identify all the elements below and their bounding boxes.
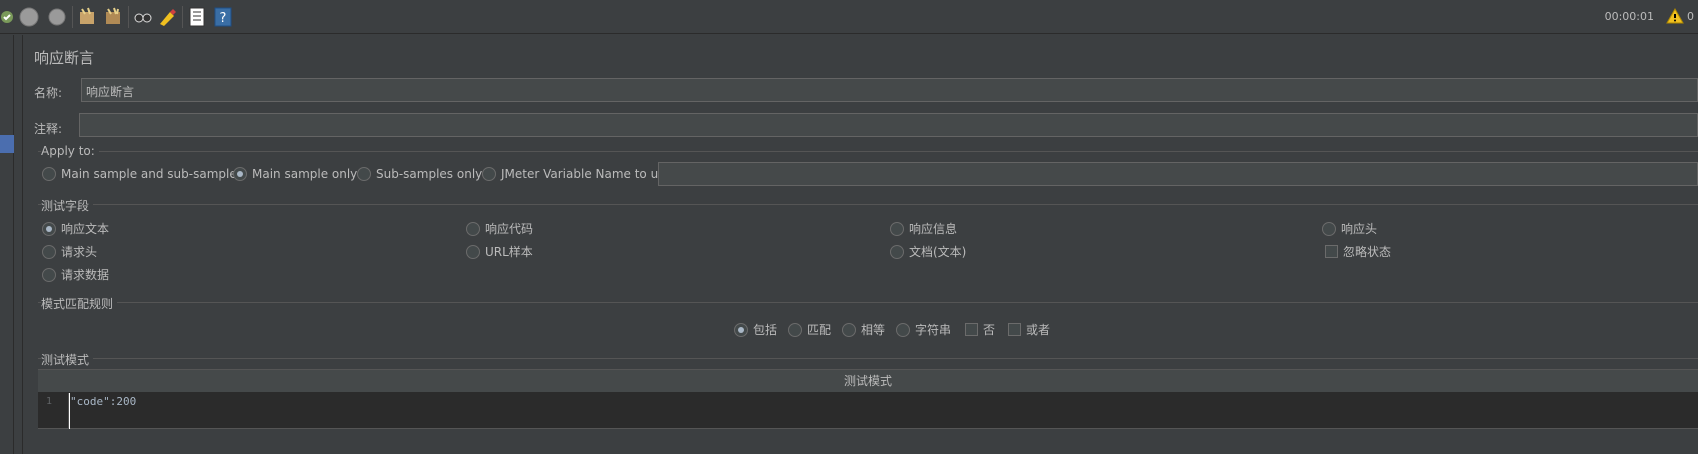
- pattern-text[interactable]: "code":200: [70, 395, 136, 408]
- rule-substring-radio[interactable]: 字符串: [896, 321, 951, 338]
- apply-main-and-sub-radio[interactable]: Main sample and sub-samples: [42, 167, 243, 181]
- reset-search-icon[interactable]: [156, 6, 178, 28]
- search-icon[interactable]: [132, 6, 154, 28]
- help-icon[interactable]: ?: [212, 6, 234, 28]
- field-document-radio[interactable]: 文档(文本): [890, 243, 966, 260]
- field-response-message-radio[interactable]: 响应信息: [890, 220, 957, 237]
- stop-icon[interactable]: [18, 6, 40, 28]
- rule-or-checkbox[interactable]: 或者: [1008, 321, 1050, 338]
- test-patterns-legend: 测试模式: [41, 351, 94, 368]
- line-number: 1: [46, 396, 53, 407]
- test-field-legend: 测试字段: [41, 197, 94, 214]
- name-field[interactable]: 响应断言: [81, 78, 1698, 102]
- ignore-status-checkbox[interactable]: 忽略状态: [1325, 243, 1391, 260]
- pattern-rules-legend: 模式匹配规则: [41, 295, 118, 312]
- rule-equals-radio[interactable]: 相等: [842, 321, 885, 338]
- rule-matches-radio[interactable]: 匹配: [788, 321, 831, 338]
- comment-field[interactable]: [79, 113, 1698, 137]
- name-label: 名称:: [34, 86, 63, 100]
- toolbar: ? 00:00:01 0: [0, 0, 1698, 34]
- clear-all-icon[interactable]: [102, 6, 124, 28]
- tree-sidebar[interactable]: [0, 35, 14, 454]
- patterns-table-header[interactable]: 测试模式: [38, 369, 1698, 393]
- field-request-headers-radio[interactable]: 请求头: [42, 243, 97, 260]
- field-url-sample-radio[interactable]: URL样本: [466, 243, 533, 260]
- function-helper-icon[interactable]: [186, 6, 208, 28]
- apply-variable-radio[interactable]: JMeter Variable Name to use: [482, 167, 672, 181]
- warning-count: 0: [1687, 10, 1694, 23]
- field-response-text-radio[interactable]: 响应文本: [42, 220, 109, 237]
- remote-start-icon[interactable]: [0, 6, 18, 28]
- field-response-headers-radio[interactable]: 响应头: [1322, 220, 1377, 237]
- variable-name-field[interactable]: [658, 162, 1698, 186]
- rule-contains-radio[interactable]: 包括: [734, 321, 777, 338]
- page-title: 响应断言: [34, 49, 95, 67]
- patterns-editor[interactable]: 1 "code":200: [38, 393, 1698, 429]
- field-request-data-radio[interactable]: 请求数据: [42, 266, 109, 283]
- apply-sub-only-radio[interactable]: Sub-samples only: [357, 167, 482, 181]
- splitter[interactable]: [22, 35, 23, 454]
- elapsed-timer: 00:00:01: [1604, 10, 1654, 23]
- apply-to-legend: Apply to:: [41, 144, 99, 158]
- warning-icon[interactable]: [1666, 8, 1684, 24]
- comment-label: 注释:: [34, 122, 63, 136]
- clear-icon[interactable]: [76, 6, 98, 28]
- apply-main-only-radio[interactable]: Main sample only: [233, 167, 357, 181]
- rule-not-checkbox[interactable]: 否: [965, 321, 995, 338]
- svg-text:?: ?: [220, 11, 227, 26]
- field-response-code-radio[interactable]: 响应代码: [466, 220, 533, 237]
- shutdown-icon[interactable]: [46, 6, 68, 28]
- tree-selection-marker: [0, 135, 14, 153]
